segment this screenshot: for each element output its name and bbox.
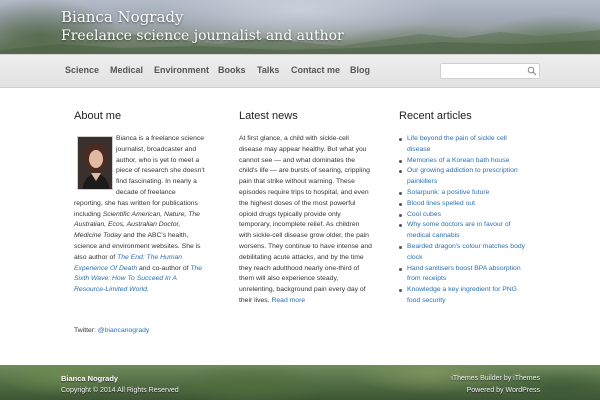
nav-item-science[interactable]: Science — [65, 65, 99, 75]
twitter-line: Twitter: @biancanogrady — [74, 327, 149, 334]
recent-articles-heading: Recent articles — [399, 110, 472, 122]
site-footer: Bianca Nogrady Copyright © 2014 All Righ… — [0, 365, 600, 400]
nav-item-contact[interactable]: Contact me — [291, 65, 340, 75]
footer-credit-wordpress-link[interactable]: Powered by WordPress — [467, 387, 540, 394]
list-item: Bearded dragon's colour matches body clo… — [399, 242, 531, 264]
list-item: Knowledge a key ingredient for PNG food … — [399, 285, 531, 307]
read-more-link[interactable]: Read more — [271, 297, 305, 304]
list-item: Life beyond the pain of sickle cell dise… — [399, 134, 531, 156]
list-item: Hand sanitisers boost BPA absorption fro… — [399, 264, 531, 286]
news-excerpt: At first glance, a child with sickle-cel… — [239, 135, 372, 304]
nav-item-books[interactable]: Books — [218, 65, 246, 75]
recent-article-link[interactable]: Solarpunk: a positive future — [407, 189, 489, 196]
twitter-label: Twitter: — [74, 327, 98, 334]
footer-credit-ithemes-link[interactable]: iThemes Builder by iThemes — [451, 375, 540, 382]
list-item: Memories of a Korean bath house — [399, 156, 531, 167]
site-tagline: Freelance science journalist and author — [61, 28, 344, 44]
recent-article-link[interactable]: Bearded dragon's colour matches body clo… — [407, 243, 525, 261]
bullet-icon — [399, 267, 402, 271]
list-item: Cool cubes — [399, 210, 531, 221]
footer-copyright: Copyright © 2014 All Rights Reserved — [61, 387, 179, 394]
site-title-link[interactable]: Bianca Nogrady — [61, 8, 183, 26]
bullet-icon — [399, 245, 402, 249]
about-end: . — [146, 286, 149, 294]
list-item: Blood lines spelled out — [399, 199, 531, 210]
main-nav: Science Medical Environment Books Talks … — [0, 54, 600, 88]
bullet-icon — [399, 159, 402, 163]
news-heading: Latest news — [239, 110, 298, 122]
recent-article-link[interactable]: Memories of a Korean bath house — [407, 157, 509, 164]
twitter-handle-link[interactable]: @biancanogrady — [98, 327, 150, 334]
recent-article-link[interactable]: Knowledge a key ingredient for PNG food … — [407, 286, 517, 304]
bullet-icon — [399, 191, 402, 195]
search-input[interactable] — [440, 63, 540, 79]
footer-site-name: Bianca Nogrady — [61, 374, 119, 383]
bullet-icon — [399, 202, 402, 206]
site-header: Bianca Nogrady Freelance science journal… — [0, 0, 600, 54]
news-body: At first glance, a child with sickle-cel… — [239, 134, 373, 307]
list-item: Why some doctors are in favour of medica… — [399, 220, 531, 242]
nav-item-environment[interactable]: Environment — [154, 65, 209, 75]
nav-item-blog[interactable]: Blog — [350, 65, 370, 75]
recent-article-link[interactable]: Cool cubes — [407, 211, 441, 218]
list-item: Solarpunk: a positive future — [399, 188, 531, 199]
list-item: Our growing addiction to prescription pa… — [399, 166, 531, 188]
bullet-icon — [399, 289, 402, 293]
recent-article-link[interactable]: Life beyond the pain of sickle cell dise… — [407, 135, 507, 153]
recent-article-link[interactable]: Hand sanitisers boost BPA absorption fro… — [407, 265, 521, 283]
recent-articles-list: Life beyond the pain of sickle cell dise… — [399, 134, 531, 307]
recent-article-link[interactable]: Our growing addiction to prescription pa… — [407, 167, 518, 185]
about-heading: About me — [74, 110, 122, 122]
bullet-icon — [399, 138, 402, 141]
search-icon[interactable] — [527, 66, 537, 76]
about-mid2: and co-author of — [137, 264, 191, 272]
bullet-icon — [399, 170, 402, 174]
about-bio: Bianca is a freelance science journalist… — [74, 134, 206, 296]
bullet-icon — [399, 224, 402, 228]
recent-article-link[interactable]: Blood lines spelled out — [407, 200, 475, 207]
nav-item-medical[interactable]: Medical — [110, 65, 143, 75]
recent-article-link[interactable]: Why some doctors are in favour of medica… — [407, 221, 511, 239]
bullet-icon — [399, 213, 402, 217]
nav-item-talks[interactable]: Talks — [257, 65, 279, 75]
